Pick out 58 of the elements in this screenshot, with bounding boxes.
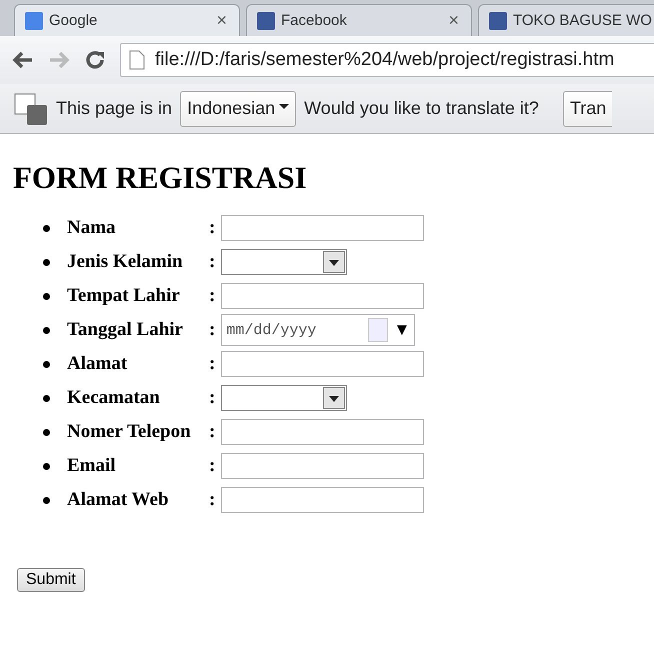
bullet-icon (43, 428, 50, 436)
colon: : (209, 353, 216, 375)
language-dropdown[interactable]: Indonesian (180, 90, 296, 126)
text-field[interactable] (221, 351, 424, 377)
dropdown-field[interactable] (221, 385, 348, 411)
field-label: Tempat Lahir (67, 285, 181, 307)
colon: : (209, 285, 216, 307)
address-bar[interactable]: file:///D:/faris/semester%204/web/project/registrasi.htm (120, 43, 654, 77)
bullet-icon (43, 258, 50, 266)
translate-button[interactable]: Tran (562, 90, 612, 126)
close-tab-button[interactable]: × (448, 10, 459, 31)
colon: : (209, 251, 216, 273)
colon: : (209, 319, 216, 341)
text-field[interactable] (221, 419, 424, 445)
square-favicon-icon (257, 12, 275, 30)
field-label: Jenis Kelamin (67, 251, 184, 273)
text-field[interactable] (221, 487, 424, 513)
bullet-icon (43, 360, 50, 368)
date-field[interactable]: mm/dd/yyyy ▼ (221, 314, 416, 346)
field-label: Kecamatan (67, 387, 161, 409)
browser-tab[interactable]: Facebook × (246, 4, 472, 36)
field-label: Tanggal Lahir (67, 319, 184, 341)
dropdown-field[interactable] (221, 249, 348, 275)
page-heading: FORM REGISTRASI (13, 160, 308, 196)
page-icon (129, 50, 145, 70)
bullet-icon (43, 394, 50, 402)
translate-question: Would you like to translate it? (304, 98, 539, 119)
field-label: Nama (67, 217, 117, 239)
field-label: Alamat Web (67, 489, 170, 511)
field-label: Nomer Telepon (67, 421, 192, 443)
bullet-icon (43, 292, 50, 300)
bullet-icon (43, 496, 50, 504)
field-label: Email (67, 455, 117, 477)
forward-arrow-icon[interactable] (48, 51, 70, 69)
colon: : (209, 421, 216, 443)
square-favicon-icon (489, 12, 507, 30)
colon: : (209, 489, 216, 511)
text-field[interactable] (221, 453, 424, 479)
bullet-icon (43, 462, 50, 470)
text-field[interactable] (221, 283, 424, 309)
bullet-icon (43, 224, 50, 232)
browser-tab[interactable]: Google × (14, 4, 240, 36)
submit-button[interactable]: Submit (17, 568, 85, 592)
text-field[interactable] (221, 215, 424, 241)
field-label: Alamat (67, 353, 128, 375)
spinner-icon[interactable] (368, 318, 388, 342)
picker-arrow-button[interactable]: ▼ (394, 320, 410, 340)
colon: : (209, 217, 216, 239)
close-tab-button[interactable]: × (216, 10, 227, 31)
browser-tab[interactable]: TOKO BAGUSE WO (478, 4, 654, 36)
back-arrow-icon[interactable] (12, 51, 34, 69)
reload-icon[interactable] (84, 49, 106, 71)
translate-message: This page is in (56, 98, 172, 119)
square-favicon-icon (25, 12, 43, 30)
bullet-icon (43, 326, 50, 334)
colon: : (209, 387, 216, 409)
colon: : (209, 455, 216, 477)
translate-icon (14, 92, 48, 126)
